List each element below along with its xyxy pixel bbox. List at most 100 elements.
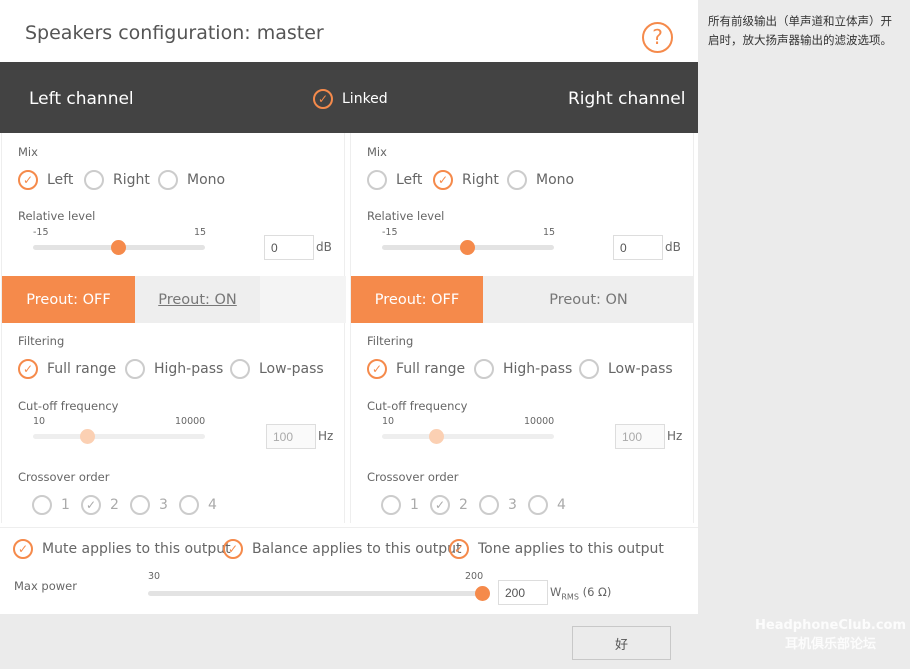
- max-power-unit: WRMS (6 Ω): [550, 585, 612, 602]
- cutoff-label: Cut-off frequency: [18, 399, 119, 413]
- radio-label: Left: [47, 172, 74, 188]
- help-icon[interactable]: ?: [642, 22, 673, 53]
- option-checkbox[interactable]: ✓ Mute applies to this output: [13, 539, 231, 559]
- mix-radio-right[interactable]: ✓ Right: [433, 170, 499, 190]
- filter-radio-high-pass[interactable]: High-pass: [474, 359, 572, 379]
- cutoff-input: [266, 424, 316, 449]
- mix-radio-left[interactable]: ✓ Left: [18, 170, 73, 190]
- radio-label: Full range: [396, 361, 466, 377]
- slider-thumb[interactable]: [460, 240, 475, 255]
- radio-circle-icon: [158, 170, 178, 190]
- max-power-slider-thumb[interactable]: [475, 586, 490, 601]
- mix-label: Mix: [18, 145, 38, 159]
- radio-label: 1: [410, 497, 419, 513]
- watermark-line2: 耳机俱乐部论坛: [785, 637, 877, 652]
- level-input[interactable]: [613, 235, 663, 260]
- crossover-radio-3: 3: [479, 495, 517, 515]
- check-icon: ✓: [449, 539, 469, 559]
- option-label: Balance applies to this output: [252, 541, 462, 557]
- crossover-radio-3: 3: [130, 495, 168, 515]
- cutoff-min: 10: [382, 416, 395, 427]
- preout-on-button[interactable]: Preout: ON: [135, 276, 260, 323]
- right-channel-label: Right channel: [568, 89, 686, 109]
- mix-radio-right[interactable]: Right: [84, 170, 150, 190]
- max-power-input[interactable]: [498, 580, 548, 605]
- level-max: 15: [194, 227, 207, 238]
- mix-radio-mono[interactable]: Mono: [507, 170, 574, 190]
- max-power-slider[interactable]: [148, 586, 490, 601]
- help-side-panel: 所有前级输出（单声道和立体声）开启时，放大扬声器输出的滤波选项。: [698, 0, 910, 669]
- radio-label: 2: [110, 497, 119, 513]
- cutoff-slider: [33, 429, 205, 444]
- crossover-radio-2: ✓ 2: [430, 495, 468, 515]
- filter-radio-high-pass[interactable]: High-pass: [125, 359, 223, 379]
- radio-circle-icon: [507, 170, 527, 190]
- crossover-label: Crossover order: [18, 470, 110, 484]
- crossover-radio-4: 4: [179, 495, 217, 515]
- option-checkbox[interactable]: ✓ Tone applies to this output: [449, 539, 664, 559]
- cutoff-input: [615, 424, 665, 449]
- radio-label: Full range: [47, 361, 117, 377]
- cutoff-label: Cut-off frequency: [367, 399, 468, 413]
- preout-off-button[interactable]: Preout: OFF: [2, 276, 135, 323]
- radio-circle-icon: [125, 359, 145, 379]
- linked-checkbox[interactable]: ✓ Linked: [313, 89, 388, 109]
- mix-radio-mono[interactable]: Mono: [158, 170, 225, 190]
- radio-label: High-pass: [154, 361, 224, 377]
- radio-circle-icon: [528, 495, 548, 515]
- radio-label: 4: [557, 497, 566, 513]
- crossover-label: Crossover order: [367, 470, 459, 484]
- left-channel-label: Left channel: [29, 89, 134, 109]
- filter-radio-full-range[interactable]: ✓ Full range: [367, 359, 465, 379]
- cutoff-unit: Hz: [318, 429, 334, 443]
- radio-label: 1: [61, 497, 70, 513]
- level-max: 15: [543, 227, 556, 238]
- watermark-line1: HeadphoneClub.com: [755, 618, 907, 633]
- radio-label: Mono: [187, 172, 226, 188]
- check-icon: ✓: [223, 539, 243, 559]
- level-input[interactable]: [264, 235, 314, 260]
- dialog-title: Speakers configuration: master: [25, 22, 324, 44]
- crossover-radio-1: 1: [381, 495, 419, 515]
- slider-thumb[interactable]: [111, 240, 126, 255]
- radio-circle-icon: ✓: [430, 495, 450, 515]
- watermark-logo: HeadphoneClub.com 耳机俱乐部论坛: [755, 616, 906, 654]
- linked-label: Linked: [342, 91, 388, 107]
- radio-label: Low-pass: [608, 361, 673, 377]
- relative-level-slider[interactable]: [33, 240, 205, 255]
- output-options: ✓ Mute applies to this output ✓ Balance app…: [0, 527, 698, 614]
- filter-radio-full-range[interactable]: ✓ Full range: [18, 359, 116, 379]
- radio-circle-icon: ✓: [367, 359, 387, 379]
- max-power-label: Max power: [14, 579, 77, 593]
- radio-label: Right: [462, 172, 499, 188]
- level-min: -15: [382, 227, 398, 238]
- relative-level-label: Relative level: [367, 209, 445, 223]
- preout-off-button[interactable]: Preout: OFF: [351, 276, 483, 323]
- preout-on-button[interactable]: Preout: ON: [483, 276, 694, 323]
- radio-label: 2: [459, 497, 468, 513]
- radio-circle-icon: [474, 359, 494, 379]
- channel-header: Left channel ✓ Linked Right channel: [0, 62, 698, 133]
- relative-level-label: Relative level: [18, 209, 96, 223]
- filter-radio-low-pass[interactable]: Low-pass: [579, 359, 673, 379]
- cutoff-unit: Hz: [667, 429, 683, 443]
- check-icon: ✓: [13, 539, 33, 559]
- relative-level-slider[interactable]: [382, 240, 554, 255]
- filter-radio-low-pass[interactable]: Low-pass: [230, 359, 324, 379]
- option-label: Tone applies to this output: [478, 541, 664, 557]
- radio-circle-icon: [579, 359, 599, 379]
- mix-label: Mix: [367, 145, 387, 159]
- preout-row-filler: [260, 276, 346, 323]
- ok-button[interactable]: 好: [572, 626, 671, 660]
- radio-label: 3: [508, 497, 517, 513]
- radio-circle-icon: [179, 495, 199, 515]
- max-power-max: 200: [465, 571, 484, 582]
- radio-circle-icon: [381, 495, 401, 515]
- crossover-radio-4: 4: [528, 495, 566, 515]
- max-power-min: 30: [148, 571, 161, 582]
- filtering-label: Filtering: [367, 334, 414, 348]
- mix-radio-left[interactable]: Left: [367, 170, 422, 190]
- cutoff-max: 10000: [175, 416, 206, 427]
- cutoff-max: 10000: [524, 416, 555, 427]
- option-checkbox[interactable]: ✓ Balance applies to this output: [223, 539, 461, 559]
